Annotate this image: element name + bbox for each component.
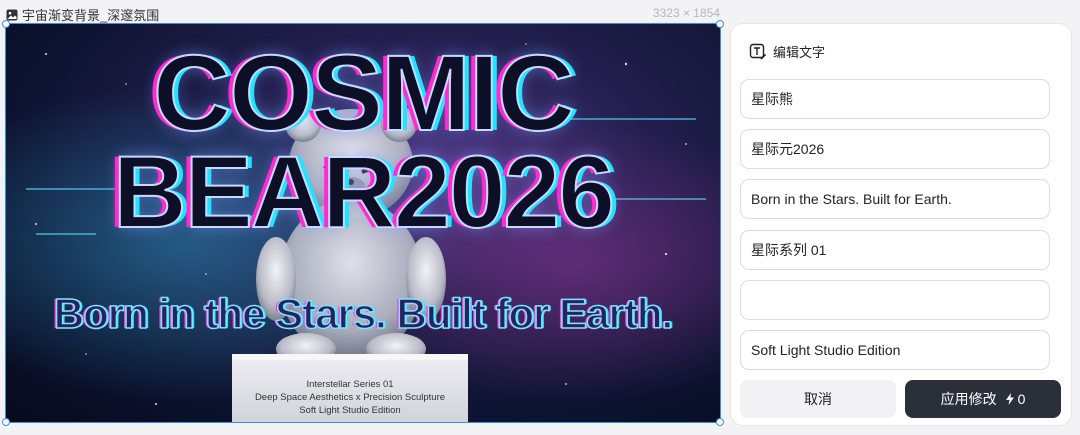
text-field-4[interactable]: 星际系列 01: [740, 230, 1050, 270]
title-line-2: BEAR2026: [112, 135, 616, 249]
resize-handle-bottom-right[interactable]: [716, 418, 724, 426]
apply-cost-value: 0: [1017, 391, 1026, 407]
title-line-1: COSMIC: [152, 32, 576, 153]
text-field-3[interactable]: Born in the Stars. Built for Earth.: [740, 179, 1050, 219]
edit-text-panel: 编辑文字 星际熊 星际元2026 Born in the Stars. Buil…: [731, 24, 1071, 425]
image-icon: [6, 9, 18, 20]
resize-handle-top-left[interactable]: [2, 20, 10, 28]
text-field-6[interactable]: Soft Light Studio Edition: [740, 330, 1050, 370]
text-field-4-value: 星际系列 01: [751, 242, 827, 258]
panel-title: 编辑文字: [773, 45, 826, 60]
resize-handle-top-right[interactable]: [716, 20, 724, 28]
text-field-3-value: Born in the Stars. Built for Earth.: [751, 191, 952, 207]
pedestal-line-3: Soft Light Studio Edition: [299, 405, 401, 416]
file-name: 宇宙渐变背景_深邃氛围: [22, 8, 160, 23]
image-dimensions: 3323 × 1854: [652, 6, 720, 20]
panel-header: 编辑文字: [749, 42, 825, 61]
text-field-5[interactable]: [740, 280, 1050, 320]
lightning-icon: [1005, 393, 1014, 405]
image-canvas[interactable]: COSMIC BEAR2026 Born in the Stars. Built…: [5, 23, 721, 423]
cancel-button[interactable]: 取消: [740, 380, 896, 418]
text-field-2[interactable]: 星际元2026: [740, 129, 1050, 169]
pedestal-line-1: Interstellar Series 01: [306, 379, 394, 390]
text-field-1-value: 星际熊: [751, 91, 793, 107]
apply-changes-button[interactable]: 应用修改 0: [905, 380, 1061, 418]
resize-handle-bottom-left[interactable]: [2, 418, 10, 426]
text-field-1[interactable]: 星际熊: [740, 79, 1050, 119]
text-field-2-value: 星际元2026: [751, 141, 825, 157]
file-title: 宇宙渐变背景_深邃氛围: [6, 5, 159, 24]
cancel-label: 取消: [804, 391, 832, 407]
apply-label: 应用修改: [940, 391, 997, 407]
apply-cost: 0: [1005, 391, 1026, 407]
text-field-6-value: Soft Light Studio Edition: [751, 342, 901, 358]
tagline: Born in the Stars. Built for Earth.: [53, 289, 674, 338]
text-edit-icon: [749, 43, 767, 60]
pedestal-line-2: Deep Space Aesthetics x Precision Sculpt…: [254, 392, 446, 403]
pedestal: Interstellar Series 01 Deep Space Aesthe…: [232, 354, 468, 422]
canvas-header: 宇宙渐变背景_深邃氛围 3323 × 1854: [0, 0, 728, 24]
